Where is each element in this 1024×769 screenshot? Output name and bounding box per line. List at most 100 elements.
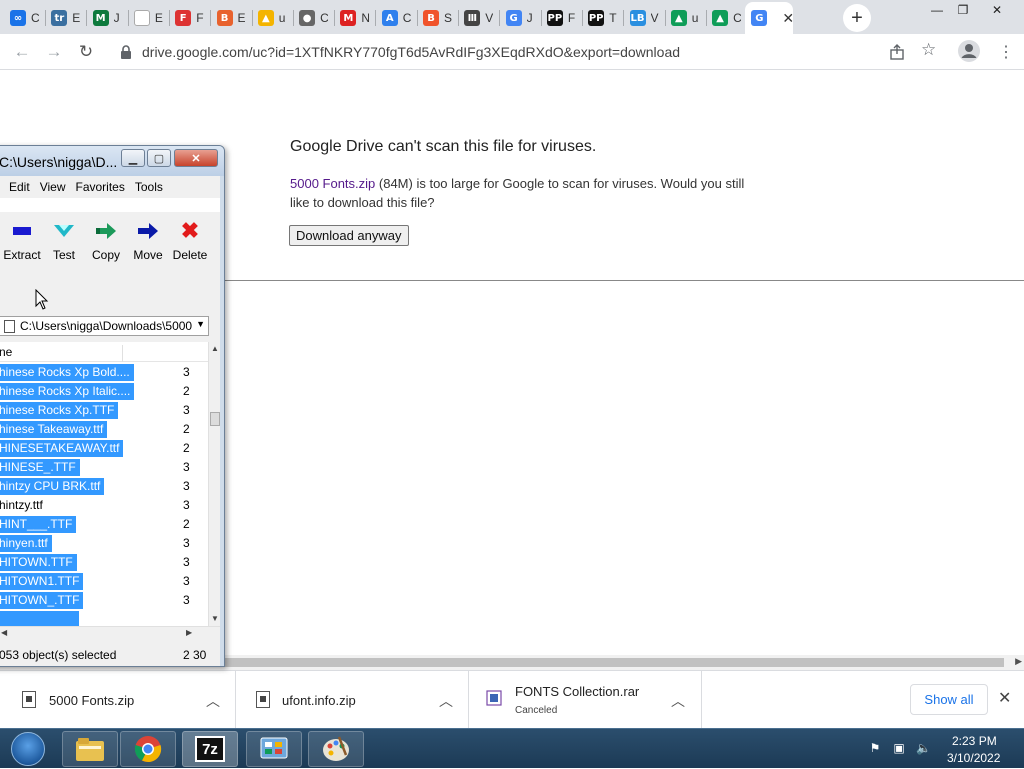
chevron-up-icon[interactable]: ︿ xyxy=(206,691,220,711)
file-list[interactable]: ne hinese Rocks Xp Bold.... 3 hinese Rock… xyxy=(0,342,208,626)
browser-tab[interactable]: PP F xyxy=(541,4,582,32)
move-icon xyxy=(138,223,158,239)
browser-tab[interactable]: LB V xyxy=(624,4,665,32)
list-item[interactable]: HITOWN.TTF 3 xyxy=(0,553,208,572)
scroll-right-icon[interactable]: ▶ xyxy=(186,628,192,637)
tab-title: F xyxy=(196,11,204,25)
extract-button[interactable]: Extract xyxy=(1,220,43,262)
profile-avatar-icon[interactable] xyxy=(958,40,980,62)
menu-view[interactable]: View xyxy=(40,180,66,194)
chevron-up-icon[interactable]: ︿ xyxy=(671,691,685,711)
back-icon[interactable]: ← xyxy=(12,42,32,62)
browser-tab[interactable]: GG✕ xyxy=(745,2,794,34)
browser-tab[interactable]: BS xyxy=(417,4,458,32)
list-item[interactable]: HINESETAKEAWAY.ttf 2 xyxy=(0,439,208,458)
close-tab-icon[interactable]: ✕ xyxy=(782,10,793,27)
list-item-partial[interactable] xyxy=(0,610,208,626)
list-item[interactable]: hinese Rocks Xp.TTF 3 xyxy=(0,401,208,420)
browser-tab[interactable]: ▲ u xyxy=(252,4,293,32)
scroll-up-icon[interactable]: ▲ xyxy=(211,344,219,353)
volume-icon[interactable]: 🔈 xyxy=(916,741,931,755)
browser-tab[interactable]: AC xyxy=(376,4,417,32)
tab-title: J xyxy=(113,11,120,25)
browser-tab[interactable]: FF xyxy=(169,4,210,32)
browser-tab[interactable]: ∞ C xyxy=(4,4,45,32)
browser-tab[interactable]: ● C xyxy=(293,4,334,32)
new-tab-button[interactable]: + xyxy=(843,4,871,32)
share-icon[interactable] xyxy=(889,44,905,60)
list-item[interactable]: hinese Takeaway.ttf 2 xyxy=(0,420,208,439)
menu-kebab-icon[interactable]: ⋮ xyxy=(998,42,1014,62)
show-all-button[interactable]: Show all xyxy=(910,684,988,715)
list-item[interactable]: HINT___.TTF 2 xyxy=(0,515,208,534)
close-window-button[interactable]: ✕ xyxy=(982,0,1012,20)
browser-tab[interactable]: MN xyxy=(334,4,375,32)
download-item[interactable]: FONTS Collection.rar Canceled ︿ xyxy=(469,671,702,729)
taskbar-explorer[interactable] xyxy=(62,731,118,767)
file-icon xyxy=(256,691,270,708)
test-button[interactable]: Test xyxy=(43,220,85,262)
list-item[interactable]: hinyen.ttf 3 xyxy=(0,534,208,553)
list-vertical-scrollbar[interactable]: ▲ ▼ xyxy=(208,342,220,626)
bookmark-star-icon[interactable]: ☆ xyxy=(921,40,936,60)
network-icon[interactable]: ▣ xyxy=(892,741,906,755)
window-minimize-button[interactable]: ▁ xyxy=(121,149,145,167)
column-name[interactable]: ne xyxy=(0,345,123,362)
scroll-thumb[interactable] xyxy=(210,412,220,426)
close-icon[interactable]: ✕ xyxy=(998,688,1011,708)
browser-tab[interactable]: MJ xyxy=(87,4,128,32)
browser-tab[interactable]: BE xyxy=(211,4,252,32)
menu-tools[interactable]: Tools xyxy=(135,180,163,194)
menu-favorites[interactable]: Favorites xyxy=(75,180,124,194)
download-item[interactable]: 5000 Fonts.zip ︿ xyxy=(0,671,236,729)
window-titlebar[interactable]: C:\Users\nigga\D... ▁ ▢ ✕ xyxy=(0,146,224,176)
download-item-status: Canceled xyxy=(515,705,558,716)
window-close-button[interactable]: ✕ xyxy=(174,149,218,167)
action-center-flag-icon[interactable]: ⚑ xyxy=(868,741,882,755)
list-item[interactable]: hinese Rocks Xp Italic.... 2 xyxy=(0,382,208,401)
address-bar[interactable]: drive.google.com/uc?id=1XTfNKRY770fgT6d5… xyxy=(110,38,946,66)
chevron-up-icon[interactable]: ︿ xyxy=(439,691,453,711)
drive-icon: ▲ xyxy=(670,10,687,26)
menu-edit[interactable]: Edit xyxy=(9,180,30,194)
status-bar: 053 object(s) selected 2 30 xyxy=(0,640,220,666)
taskbar-paint[interactable] xyxy=(308,731,364,767)
browser-tab[interactable]: GJ xyxy=(500,4,541,32)
move-button[interactable]: Move xyxy=(127,220,169,262)
download-item[interactable]: ufont.info.zip ︿ xyxy=(236,671,469,729)
google-icon: G xyxy=(505,10,522,26)
taskbar-control-panel[interactable] xyxy=(246,731,302,767)
path-combobox[interactable]: C:\Users\nigga\Downloads\5000 ▼ xyxy=(0,316,209,336)
list-horizontal-scrollbar[interactable]: ◀ ▶ xyxy=(0,626,220,640)
tab-title: J xyxy=(526,11,533,25)
list-item[interactable]: hinese Rocks Xp Bold.... 3 xyxy=(0,363,208,382)
reload-icon[interactable]: ↻ xyxy=(76,42,96,62)
download-anyway-button[interactable]: Download anyway xyxy=(289,225,409,246)
list-item[interactable]: hintzy.ttf 3 xyxy=(0,496,208,515)
browser-tab[interactable]: tr E xyxy=(45,4,86,32)
list-item[interactable]: hintzy CPU BRK.ttf 3 xyxy=(0,477,208,496)
browser-tab[interactable]: ⅢV xyxy=(458,4,499,32)
restore-button[interactable]: ❐ xyxy=(948,0,978,20)
chevron-down-icon[interactable]: ▼ xyxy=(196,319,205,329)
list-item[interactable]: HITOWN_.TTF 3 xyxy=(0,591,208,610)
browser-toolbar: ← → ↻ drive.google.com/uc?id=1XTfNKRY770… xyxy=(0,34,1024,70)
clock-date[interactable]: 3/10/2022 xyxy=(947,751,1000,765)
browser-tab[interactable]: ▲ C xyxy=(706,4,747,32)
browser-tab[interactable]: PP T xyxy=(582,4,623,32)
file-link[interactable]: 5000 Fonts.zip xyxy=(290,176,375,191)
window-maximize-button[interactable]: ▢ xyxy=(147,149,171,167)
taskbar-7zip[interactable]: 7z xyxy=(182,731,238,767)
forward-icon[interactable]: → xyxy=(44,42,64,62)
browser-tab[interactable]: E xyxy=(128,4,169,32)
clock-time[interactable]: 2:23 PM xyxy=(952,734,997,748)
scroll-left-icon[interactable]: ◀ xyxy=(1,628,7,637)
list-item[interactable]: HITOWN1.TTF 3 xyxy=(0,572,208,591)
start-button[interactable] xyxy=(2,730,54,768)
delete-button[interactable]: ✖ Delete xyxy=(169,220,211,263)
copy-button[interactable]: Copy xyxy=(85,220,127,262)
browser-tab[interactable]: ▲ u xyxy=(665,4,706,32)
scroll-down-icon[interactable]: ▼ xyxy=(211,614,219,623)
list-item[interactable]: HINESE_.TTF 3 xyxy=(0,458,208,477)
taskbar-chrome[interactable] xyxy=(120,731,176,767)
